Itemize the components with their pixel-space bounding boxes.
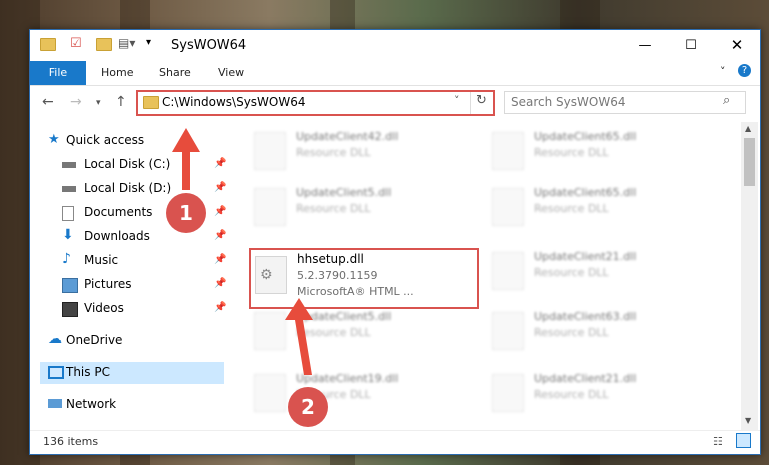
tab-home[interactable]: Home	[101, 66, 133, 79]
folder-icon	[143, 96, 159, 109]
dll-file-icon	[254, 312, 286, 350]
address-bar[interactable]: C:\Windows\SysWOW64 ˅ ↻	[136, 90, 495, 116]
minimize-button[interactable]: —	[622, 30, 668, 61]
dll-file-icon	[254, 188, 286, 226]
sidebar-item-videos[interactable]: Videos 📌	[54, 298, 226, 320]
sidebar-item-network[interactable]: Network	[40, 394, 210, 416]
dll-file-icon	[254, 132, 286, 170]
file-item[interactable]: UpdateClient5.dll Resource DLL	[240, 308, 460, 354]
new-folder-icon[interactable]	[96, 38, 112, 51]
sidebar-item-onedrive[interactable]: ☁ OneDrive	[40, 330, 210, 352]
maximize-button[interactable]: ☐	[668, 30, 714, 61]
dll-file-icon: ⚙	[255, 256, 287, 294]
sidebar-item-music[interactable]: ♪ Music 📌	[54, 250, 226, 272]
navigation-bar: ← → ▾ ↑ C:\Windows\SysWOW64 ˅ ↻ Search S…	[30, 86, 760, 120]
file-item[interactable]: UpdateClient21.dll Resource DLL	[478, 370, 698, 416]
download-icon: ⬇	[62, 227, 74, 243]
address-path: C:\Windows\SysWOW64	[162, 95, 306, 109]
ribbon: File Home Share View ˅ ?	[30, 61, 760, 86]
dll-file-icon	[492, 374, 524, 412]
details-view-icon[interactable]: ☷	[713, 435, 723, 448]
explorer-window: ☑ ▤▾ ▾ SysWOW64 — ☐ ✕ File Home Share Vi…	[29, 29, 761, 455]
file-item[interactable]: UpdateClient42.dll Resource DLL	[240, 128, 460, 174]
music-icon: ♪	[62, 251, 71, 267]
scroll-thumb[interactable]	[744, 138, 755, 186]
pin-icon[interactable]: 📌	[214, 206, 226, 217]
network-icon	[48, 399, 62, 408]
title-bar: ☑ ▤▾ ▾ SysWOW64 — ☐ ✕	[30, 30, 760, 61]
highlighted-file-item[interactable]: ⚙ hhsetup.dll 5.2.3790.1159 MicrosoftA® …	[249, 248, 479, 309]
customize-toolbar-icon[interactable]: ▤▾	[118, 36, 135, 50]
annotation-badge-1: 1	[166, 193, 206, 233]
sidebar-item-this-pc[interactable]: This PC	[40, 362, 224, 384]
help-icon[interactable]: ?	[738, 64, 751, 77]
file-item[interactable]: UpdateClient65.dll Resource DLL	[478, 184, 698, 230]
navigation-pane: ★ Quick access Local Disk (C:) 📌 Local D…	[30, 122, 226, 422]
document-icon	[62, 206, 74, 221]
tab-file[interactable]: File	[30, 61, 86, 85]
dll-file-icon	[254, 374, 286, 412]
drive-icon	[62, 186, 76, 192]
annotation-badge-2: 2	[288, 387, 328, 427]
file-version: 5.2.3790.1159	[297, 269, 378, 282]
file-name: hhsetup.dll	[297, 252, 364, 266]
sidebar-item-quick-access[interactable]: ★ Quick access	[40, 130, 210, 152]
tab-share[interactable]: Share	[159, 66, 191, 79]
scroll-up-icon[interactable]: ▲	[745, 124, 751, 133]
properties-icon[interactable]: ☑	[70, 36, 82, 51]
dll-file-icon	[492, 188, 524, 226]
computer-icon	[48, 366, 64, 379]
status-bar: 136 items ☷	[30, 430, 760, 454]
scroll-down-icon[interactable]: ▼	[745, 416, 751, 425]
pin-icon[interactable]: 📌	[214, 182, 226, 193]
pin-icon[interactable]: 📌	[214, 254, 226, 265]
file-item[interactable]: UpdateClient5.dll Resource DLL	[240, 184, 460, 230]
vertical-scrollbar[interactable]: ▲ ▼	[741, 122, 758, 430]
file-item[interactable]: UpdateClient19.dll Resource DLL	[240, 370, 460, 416]
search-placeholder: Search SysWOW64	[511, 95, 626, 109]
search-icon[interactable]: ⌕	[723, 93, 730, 108]
window-title: SysWOW64	[171, 38, 247, 53]
up-arrow-icon[interactable]: ↑	[115, 94, 127, 110]
close-button[interactable]: ✕	[714, 30, 760, 61]
pin-icon[interactable]: 📌	[214, 230, 226, 241]
expand-ribbon-icon[interactable]: ˅	[720, 65, 726, 78]
sidebar-item-pictures[interactable]: Pictures 📌	[54, 274, 226, 296]
pin-icon[interactable]: 📌	[214, 278, 226, 289]
refresh-icon[interactable]: ↻	[476, 93, 487, 108]
folder-icon	[40, 38, 56, 51]
picture-icon	[62, 278, 78, 293]
dll-file-icon	[492, 132, 524, 170]
large-icons-view-icon[interactable]	[736, 433, 751, 448]
tab-view[interactable]: View	[218, 66, 244, 79]
item-count: 136 items	[43, 435, 99, 448]
forward-arrow-icon[interactable]: →	[70, 94, 82, 110]
file-item[interactable]: UpdateClient63.dll Resource DLL	[478, 308, 698, 354]
divider	[470, 92, 471, 114]
search-input[interactable]: Search SysWOW64 ⌕	[504, 91, 746, 114]
sidebar-item-local-disk-c[interactable]: Local Disk (C:) 📌	[54, 154, 226, 176]
pin-icon[interactable]: 📌	[214, 302, 226, 313]
back-arrow-icon[interactable]: ←	[42, 94, 54, 110]
file-item[interactable]: UpdateClient21.dll Resource DLL	[478, 248, 698, 294]
dll-file-icon	[492, 252, 524, 290]
drive-icon	[62, 162, 76, 168]
file-description: MicrosoftA® HTML ...	[297, 285, 414, 298]
file-item[interactable]: UpdateClient65.dll Resource DLL	[478, 128, 698, 174]
gear-icon: ⚙	[260, 267, 273, 283]
sidebar-item-downloads[interactable]: ⬇ Downloads 📌	[54, 226, 226, 248]
cloud-icon: ☁	[48, 331, 62, 347]
chevron-down-icon[interactable]: ˅	[454, 94, 460, 107]
dll-file-icon	[492, 312, 524, 350]
star-icon: ★	[48, 132, 60, 147]
video-icon	[62, 302, 78, 317]
chevron-down-icon[interactable]: ▾	[146, 37, 151, 48]
recent-locations-icon[interactable]: ▾	[96, 98, 101, 108]
pin-icon[interactable]: 📌	[214, 158, 226, 169]
